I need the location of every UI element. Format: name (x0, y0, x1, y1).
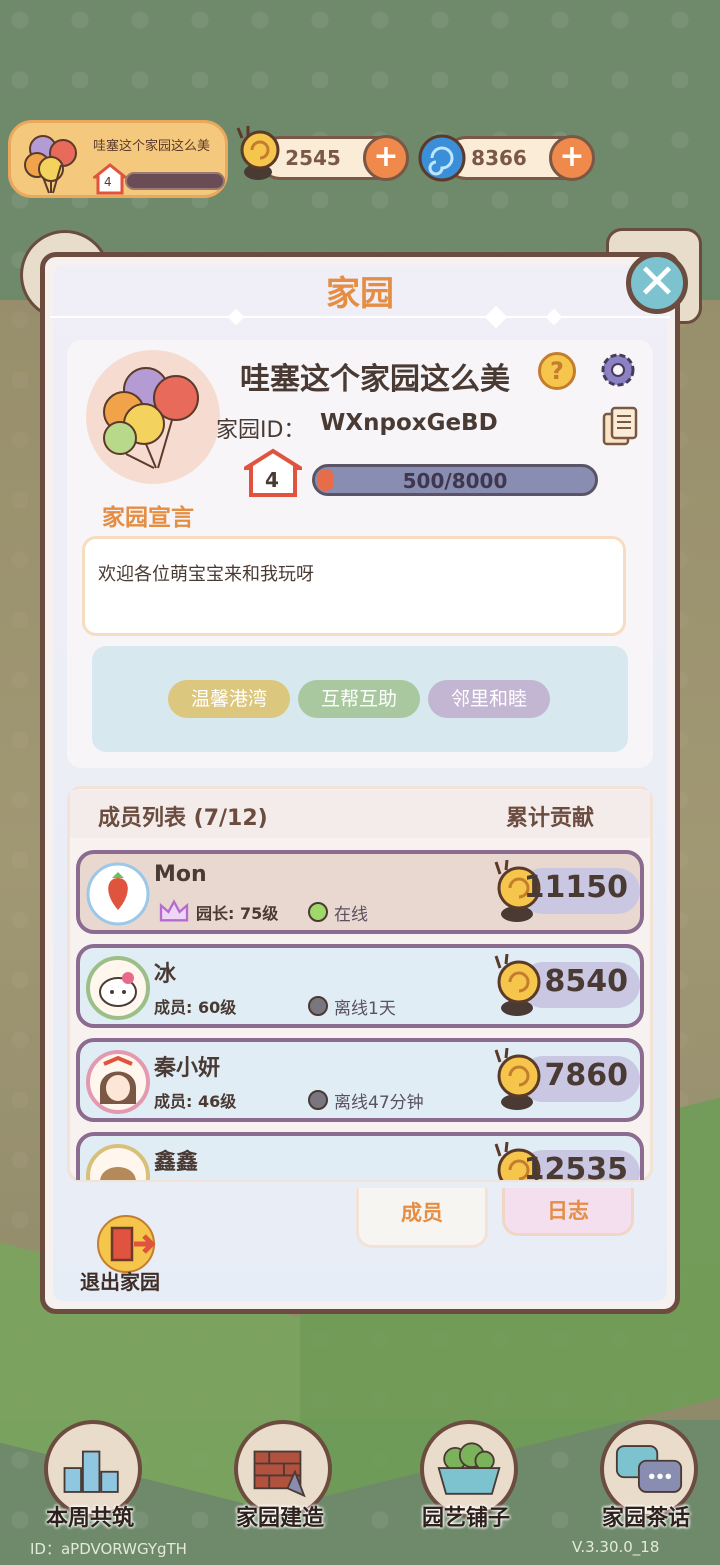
member-row[interactable]: Mon 园长: 75级 在线 11150 (76, 850, 644, 934)
member-role: 园长: 75级 (196, 904, 279, 923)
nav-home-chat-label: 家园茶话 (602, 1506, 691, 1531)
balloons-icon (103, 367, 199, 469)
exit-home-button[interactable]: 退出家园 (80, 1266, 160, 1295)
panel-title: 家园 (326, 274, 394, 314)
home-id-value: WXnpoxGeBD (320, 410, 498, 436)
member-avatar (86, 862, 150, 926)
home-name: 哇塞这个家园这么美 (93, 139, 211, 154)
close-button[interactable]: ✕ (626, 252, 688, 314)
members-list[interactable]: Mon 园长: 75级 在线 11150 冰 成员: 60级 离线1天 8540… (72, 842, 648, 1180)
status-dot (308, 996, 328, 1016)
members-title: 成员列表 (7/12) (98, 806, 268, 831)
manifesto-box[interactable] (82, 536, 626, 636)
tag-badge: 温馨港湾 (168, 680, 290, 718)
member-name: 鑫鑫 (154, 1150, 199, 1175)
home-name-heading: 哇塞这个家园这么美 (240, 362, 510, 397)
member-status: 离线1天 (334, 999, 396, 1019)
member-status: 离线47分钟 (334, 1093, 424, 1113)
home-badge[interactable]: 哇塞这个家园这么美 4 (8, 120, 228, 198)
home-avatar[interactable] (86, 350, 220, 484)
balloons-icon (24, 135, 77, 194)
add-swirl-currency-button[interactable]: + (549, 135, 595, 181)
member-score: 12535 (523, 1152, 628, 1180)
member-row[interactable]: 鑫鑫 12535 (76, 1132, 644, 1180)
home-level: 4 (265, 468, 279, 492)
player-id: ID：aPDVORWGYgTH (30, 1540, 187, 1558)
member-score: 11150 (523, 870, 628, 905)
member-row[interactable]: 秦小妍 成员: 46级 离线47分钟 7860 (76, 1038, 644, 1122)
snail-coin-icon (494, 1048, 541, 1110)
member-avatar (86, 956, 150, 1020)
tag-badge: 邻里和睦 (428, 680, 550, 718)
tab-log[interactable]: 日志 (502, 1188, 634, 1236)
member-name: 冰 (154, 962, 177, 987)
home-level: 4 (104, 175, 112, 189)
home-exp-text: 500/8000 (402, 469, 508, 493)
member-score: 8540 (544, 964, 629, 999)
add-snail-currency-button[interactable]: + (363, 135, 409, 181)
gear-icon[interactable] (596, 348, 640, 392)
manifesto-label: 家园宣言 (102, 505, 194, 531)
tag-badge: 互帮互助 (298, 680, 420, 718)
exit-door-icon[interactable] (94, 1214, 162, 1274)
members-contribution-header: 累计贡献 (506, 806, 595, 831)
tab-members[interactable]: 成员 (356, 1188, 488, 1248)
version-label: V.3.30.0_18 (572, 1538, 660, 1556)
status-dot (308, 1090, 328, 1110)
home-id-label: 家园ID： (216, 418, 306, 443)
member-name: Mon (154, 862, 207, 887)
swirl-gem-icon (418, 134, 466, 182)
crown-icon (159, 899, 189, 922)
nav-weekly-build-label: 本周共筑 (46, 1506, 135, 1531)
member-avatar (86, 1050, 150, 1114)
member-score: 7860 (544, 1058, 629, 1093)
home-exp-bar: 500/8000 (312, 464, 598, 496)
home-exp-bar (125, 172, 225, 190)
nav-home-build-label: 家园建造 (236, 1506, 325, 1531)
manifesto-text: 欢迎各位萌宝宝来和我玩呀 (98, 564, 314, 585)
status-dot (308, 902, 328, 922)
member-row[interactable]: 冰 成员: 60级 离线1天 8540 (76, 944, 644, 1028)
snail-coin-icon (236, 126, 280, 180)
nav-garden-shop-label: 园艺铺子 (422, 1506, 511, 1531)
member-role: 成员: 60级 (154, 998, 237, 1017)
member-status: 在线 (334, 905, 368, 925)
member-role: 成员: 46级 (154, 1092, 237, 1111)
snail-coin-icon (494, 954, 541, 1016)
member-avatar (86, 1144, 150, 1180)
help-icon[interactable]: ? (538, 352, 576, 390)
title-divider (50, 316, 670, 318)
member-name: 秦小妍 (154, 1056, 221, 1081)
copy-icon[interactable] (602, 406, 638, 446)
